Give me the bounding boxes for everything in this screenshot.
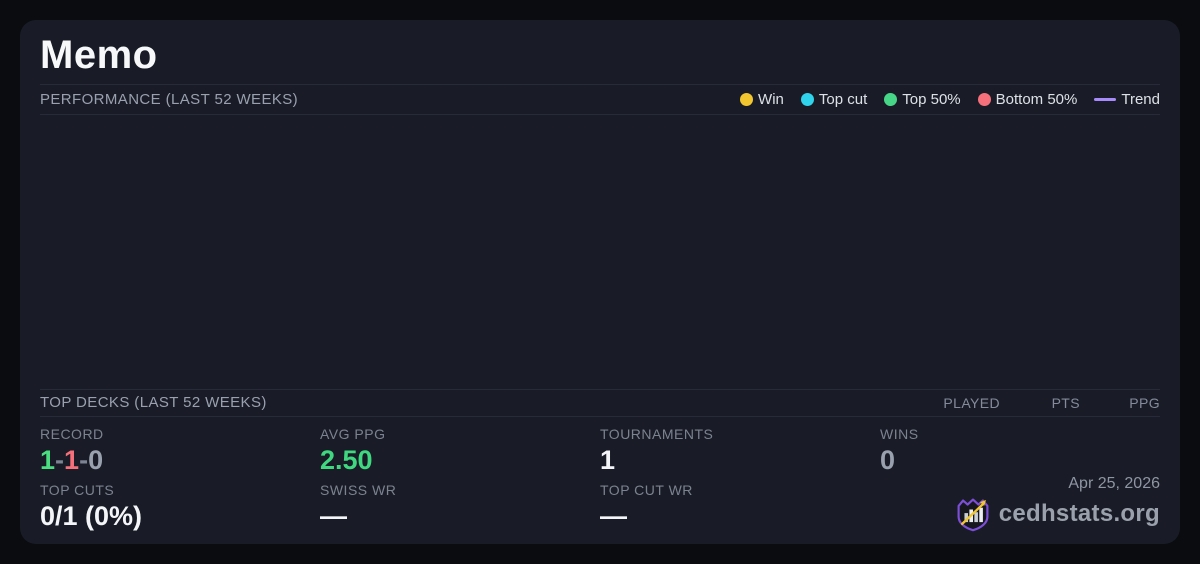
legend-label: Bottom 50% (996, 91, 1078, 108)
performance-section-label: PERFORMANCE (LAST 52 WEEKS) (40, 91, 298, 108)
win-dot-icon (740, 93, 753, 106)
top-cut-wr-value: — (600, 501, 880, 532)
top-cut-dot-icon (801, 93, 814, 106)
footer: Apr 25, 2026 cedhstats.org (955, 475, 1160, 532)
card-date: Apr 25, 2026 (955, 475, 1160, 493)
record-separator: - (79, 445, 88, 475)
stat-top-cut-wr: TOP CUT WR — (600, 482, 880, 532)
legend-label: Trend (1121, 91, 1160, 108)
wins-value: 0 (880, 445, 1160, 476)
avg-ppg-value: 2.50 (320, 445, 600, 476)
title-row: Memo (40, 20, 1160, 84)
legend-item-bottom-50: Bottom 50% (978, 91, 1078, 108)
legend-item-top-cut: Top cut (801, 91, 867, 108)
stat-label: SWISS WR (320, 482, 600, 498)
record-wins: 1 (40, 445, 55, 475)
stat-avg-ppg: AVG PPG 2.50 (320, 426, 600, 476)
top-50-dot-icon (884, 93, 897, 106)
stat-record: RECORD 1-1-0 (40, 426, 320, 476)
stat-label: TOP CUT WR (600, 482, 880, 498)
top-cuts-value: 0/1 (0%) (40, 501, 320, 532)
bottom-50-dot-icon (978, 93, 991, 106)
brand-row: cedhstats.org (955, 496, 1160, 532)
column-header-pts: PTS (1000, 395, 1080, 411)
record-value: 1-1-0 (40, 445, 320, 476)
stat-tournaments: TOURNAMENTS 1 (600, 426, 880, 476)
stat-top-cuts: TOP CUTS 0/1 (0%) (40, 482, 320, 532)
record-separator: - (55, 445, 64, 475)
record-losses: 1 (64, 445, 79, 475)
legend-item-top-50: Top 50% (884, 91, 960, 108)
performance-section-header: PERFORMANCE (LAST 52 WEEKS) Win Top cut … (40, 84, 1160, 115)
legend-label: Top 50% (902, 91, 960, 108)
swiss-wr-value: — (320, 501, 600, 532)
column-header-ppg: PPG (1080, 395, 1160, 411)
stat-swiss-wr: SWISS WR — (320, 482, 600, 532)
legend-item-trend: Trend (1094, 91, 1160, 108)
top-decks-section-header: TOP DECKS (LAST 52 WEEKS) PLAYED PTS PPG (40, 389, 1160, 417)
stat-label: AVG PPG (320, 426, 600, 442)
legend-label: Top cut (819, 91, 867, 108)
performance-chart-area (40, 115, 1160, 389)
top-decks-column-headers: PLAYED PTS PPG (920, 395, 1160, 411)
legend-item-win: Win (740, 91, 784, 108)
page-title: Memo (40, 33, 158, 78)
record-draws: 0 (88, 445, 103, 475)
tournaments-value: 1 (600, 445, 880, 476)
stat-label: TOURNAMENTS (600, 426, 880, 442)
chart-legend: Win Top cut Top 50% Bottom 50% Trend (740, 91, 1160, 108)
stat-label: WINS (880, 426, 1160, 442)
brand-text: cedhstats.org (999, 500, 1160, 528)
top-decks-section-label: TOP DECKS (LAST 52 WEEKS) (40, 394, 267, 411)
stat-wins: WINS 0 (880, 426, 1160, 476)
trend-line-icon (1094, 98, 1116, 101)
column-header-played: PLAYED (920, 395, 1000, 411)
legend-label: Win (758, 91, 784, 108)
stats-card: Memo PERFORMANCE (LAST 52 WEEKS) Win Top… (20, 20, 1180, 544)
stat-label: RECORD (40, 426, 320, 442)
cedhstats-logo-icon (955, 496, 991, 532)
stat-label: TOP CUTS (40, 482, 320, 498)
